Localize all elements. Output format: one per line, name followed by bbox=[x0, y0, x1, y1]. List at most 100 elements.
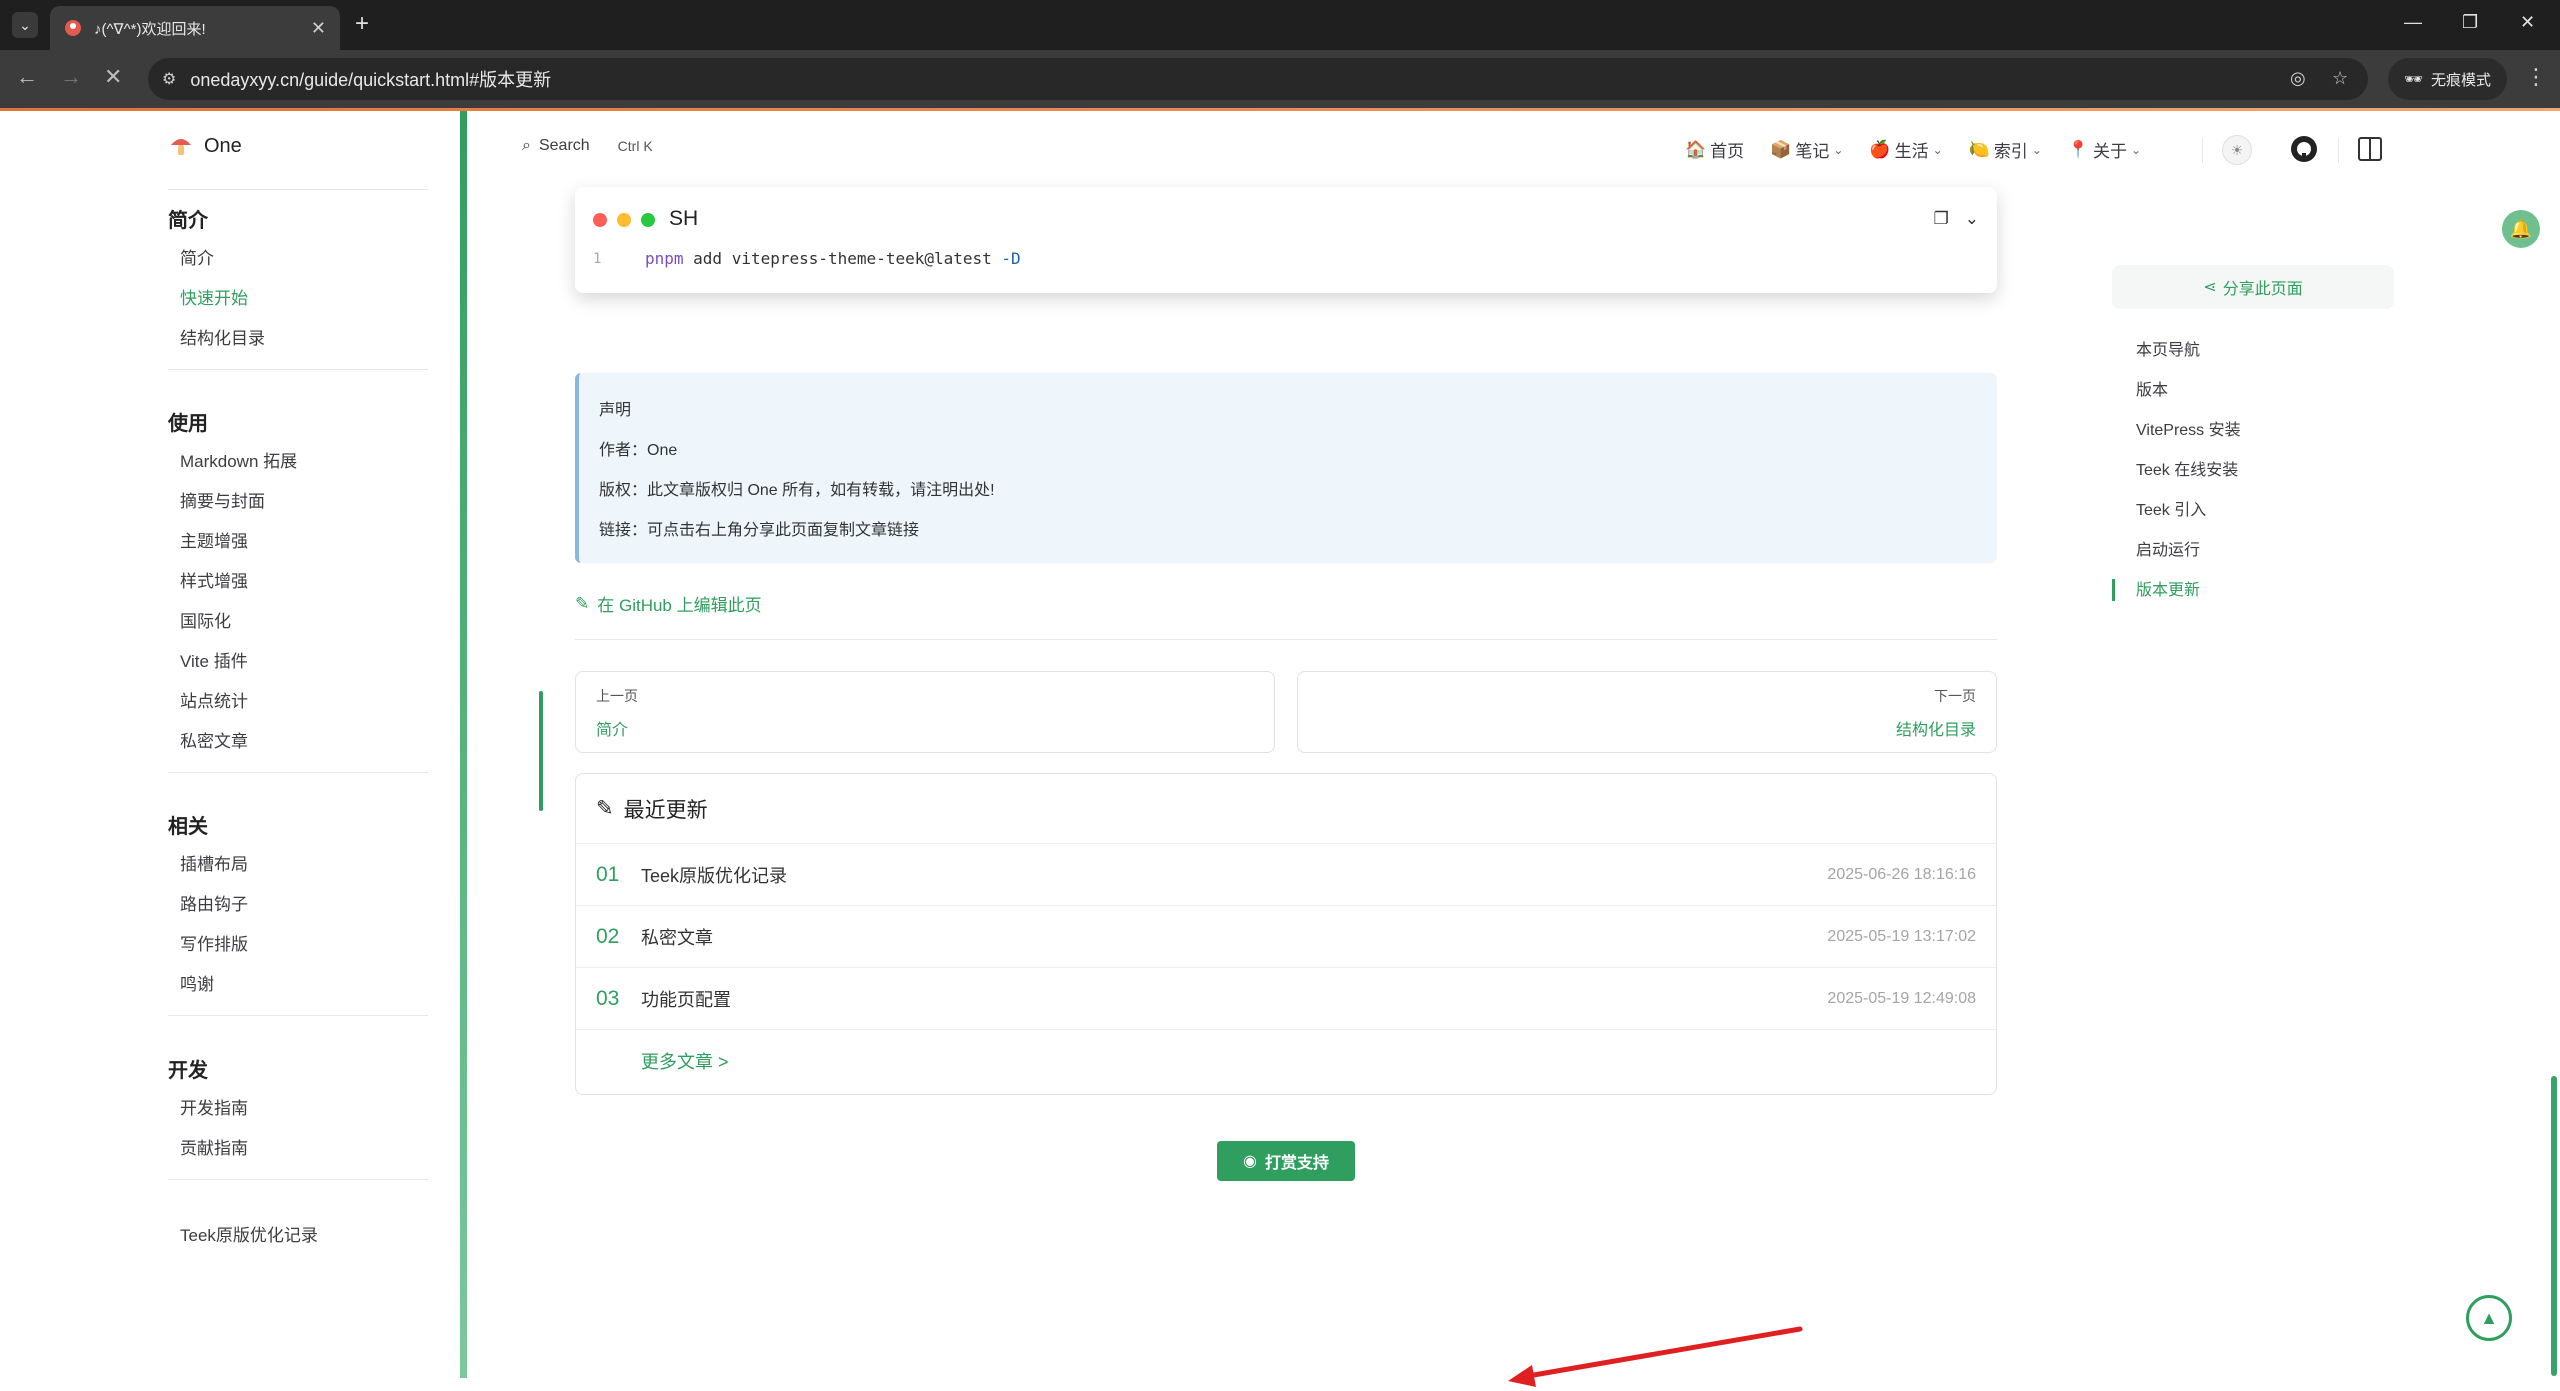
copyright-notice: 声明 作者：One 版权：此文章版权归 One 所有，如有转载，请注明出处! 链… bbox=[575, 373, 1997, 563]
sidebar-item[interactable]: Vite 插件 bbox=[168, 642, 428, 682]
forward-arrow-icon[interactable]: → bbox=[60, 64, 82, 90]
sidebar-item[interactable]: 摘要与封面 bbox=[168, 482, 428, 522]
search-button[interactable]: ⌕ Search Ctrl K bbox=[522, 137, 653, 155]
code-command: pnpm bbox=[645, 249, 684, 268]
divider bbox=[168, 1179, 428, 1180]
sidebar-item-quickstart[interactable]: 快速开始 bbox=[168, 279, 428, 319]
eye-off-icon[interactable]: ◎ bbox=[2290, 68, 2306, 89]
divider bbox=[2338, 137, 2339, 163]
item-date: 2025-06-26 18:16:16 bbox=[1827, 865, 1976, 883]
red-arrow-annotation bbox=[1508, 1326, 1803, 1387]
code-line: pnpm add vitepress-theme-teek@latest -D bbox=[645, 249, 1021, 268]
sidebar-item[interactable]: 站点统计 bbox=[168, 682, 428, 722]
page-scrollbar[interactable] bbox=[2551, 1076, 2557, 1376]
sidebar-item[interactable]: Markdown 拓展 bbox=[168, 442, 428, 482]
nav-index[interactable]: 🍋 索引 ⌄ bbox=[1969, 137, 2042, 162]
item-title: Teek原版优化记录 bbox=[641, 865, 788, 886]
toc-item[interactable]: Teek 引入 bbox=[2112, 491, 2241, 531]
minimize-button[interactable]: — bbox=[2404, 12, 2422, 33]
restore-button[interactable]: ❐ bbox=[2462, 12, 2478, 33]
prev-page-link[interactable]: 上一页 简介 bbox=[575, 671, 1275, 753]
sidebar-item[interactable]: 路由钩子 bbox=[168, 885, 428, 925]
nav-life[interactable]: 🍎 生活 ⌄ bbox=[1869, 137, 1942, 162]
sidebar-item[interactable]: 插槽布局 bbox=[168, 845, 428, 885]
nav-notes[interactable]: 📦 笔记 ⌄ bbox=[1770, 137, 1843, 162]
item-title: 功能页配置 bbox=[641, 989, 731, 1010]
back-to-top-rocket-icon[interactable]: ▲ bbox=[2466, 1295, 2512, 1341]
sidebar-item-structure[interactable]: 结构化目录 bbox=[168, 319, 428, 359]
sidebar-item[interactable]: 私密文章 bbox=[168, 722, 428, 762]
sidebar-item[interactable]: 国际化 bbox=[168, 602, 428, 642]
nav-label: 生活 bbox=[1894, 142, 1929, 161]
sidebar-item[interactable]: 贡献指南 bbox=[168, 1129, 428, 1169]
chevron-down-icon: ⌄ bbox=[1932, 142, 1943, 157]
content-accent-bar bbox=[539, 691, 543, 811]
toc-item[interactable]: VitePress 安装 bbox=[2112, 411, 2241, 451]
sidebar-group-title: 使用 bbox=[168, 413, 208, 435]
browser-tab[interactable]: ♪(^∇^*)欢迎回来! ✕ bbox=[50, 6, 340, 50]
toc-item[interactable]: 版本 bbox=[2112, 371, 2241, 411]
prev-title: 简介 bbox=[596, 722, 629, 739]
window-dots bbox=[593, 213, 655, 227]
sidebar-item[interactable]: 鸣谢 bbox=[168, 965, 428, 1005]
logo-mushroom-icon bbox=[171, 139, 191, 155]
nav-home[interactable]: 🏠 首页 bbox=[1685, 137, 1744, 162]
recent-header: ✎ 最近更新 bbox=[576, 774, 1996, 844]
sidebar-item[interactable]: 写作排版 bbox=[168, 925, 428, 965]
notice-author: 作者：One bbox=[599, 442, 678, 459]
sidebar-group-usage: 使用 Markdown 拓展 摘要与封面 主题增强 样式增强 国际化 Vite … bbox=[168, 406, 428, 773]
list-item[interactable]: 01 Teek原版优化记录 2025-06-26 18:16:16 bbox=[576, 844, 1996, 906]
share-icon: ⋖ bbox=[2203, 279, 2217, 296]
stop-loading-icon[interactable]: ✕ bbox=[104, 64, 122, 90]
toc-item[interactable]: Teek 在线安装 bbox=[2112, 451, 2241, 491]
reading-mode-icon[interactable] bbox=[2358, 137, 2382, 161]
incognito-label: 无痕模式 bbox=[2431, 71, 2492, 89]
copy-icon[interactable]: ❐ bbox=[1934, 209, 1949, 229]
donate-button[interactable]: ◉ 打赏支持 bbox=[1217, 1141, 1355, 1181]
new-tab-button[interactable]: + bbox=[355, 10, 369, 38]
back-arrow-icon[interactable]: ← bbox=[16, 64, 38, 90]
address-bar[interactable]: ⚙ onedayxyy.cn/guide/quickstart.html#版本更… bbox=[148, 58, 2368, 100]
tab-search-button[interactable]: ⌄ bbox=[12, 12, 38, 38]
sidebar-scrollbar[interactable] bbox=[460, 111, 467, 1378]
notification-bell-icon[interactable]: 🔔 bbox=[2502, 210, 2540, 248]
close-window-button[interactable]: ✕ bbox=[2520, 12, 2535, 33]
next-title: 结构化目录 bbox=[1895, 722, 1976, 739]
theme-toggle-icon[interactable]: ☀ bbox=[2222, 135, 2252, 165]
more-articles-link[interactable]: 更多文章 > bbox=[576, 1030, 1996, 1092]
edit-link-label: 在 GitHub 上编辑此页 bbox=[597, 596, 762, 615]
sidebar-item[interactable]: 样式增强 bbox=[168, 562, 428, 602]
list-item[interactable]: 02 私密文章 2025-05-19 13:17:02 bbox=[576, 906, 1996, 968]
site-logo[interactable]: One bbox=[168, 133, 242, 159]
item-date: 2025-05-19 12:49:08 bbox=[1827, 989, 1976, 1007]
sidebar-item-intro[interactable]: 简介 bbox=[168, 239, 428, 279]
donate-label: 打赏支持 bbox=[1264, 1155, 1329, 1172]
share-page-button[interactable]: ⋖ 分享此页面 bbox=[2112, 265, 2394, 309]
sidebar-item-teek-log[interactable]: Teek原版优化记录 bbox=[168, 1216, 428, 1256]
divider bbox=[575, 639, 1997, 640]
collapse-chevron-icon[interactable]: ⌄ bbox=[1965, 209, 1979, 229]
recent-title: 最近更新 bbox=[623, 798, 708, 822]
toc-item-active[interactable]: 版本更新 bbox=[2112, 571, 2241, 611]
browser-toolbar: ← → ✕ ⚙ onedayxyy.cn/guide/quickstart.ht… bbox=[0, 50, 2560, 108]
site-info-icon[interactable]: ⚙ bbox=[162, 69, 176, 89]
sidebar-item[interactable]: 主题增强 bbox=[168, 522, 428, 562]
chevron-down-icon: ⌄ bbox=[2031, 142, 2042, 157]
prev-label: 上一页 bbox=[596, 688, 638, 704]
table-of-contents: 本页导航 版本 VitePress 安装 Teek 在线安装 Teek 引入 启… bbox=[2112, 331, 2241, 611]
nav-about[interactable]: 📍 关于 ⌄ bbox=[2068, 137, 2141, 162]
toc-item[interactable]: 启动运行 bbox=[2112, 531, 2241, 571]
divider bbox=[168, 369, 428, 370]
incognito-icon: 🕶 bbox=[2404, 71, 2424, 88]
incognito-badge[interactable]: 🕶 无痕模式 bbox=[2388, 58, 2508, 100]
tab-close-icon[interactable]: ✕ bbox=[311, 18, 326, 39]
github-icon[interactable] bbox=[2290, 135, 2318, 163]
bookmark-star-icon[interactable]: ☆ bbox=[2332, 68, 2348, 89]
wechat-icon: ◉ bbox=[1243, 1153, 1257, 1170]
edit-on-github-link[interactable]: ✎ 在 GitHub 上编辑此页 bbox=[575, 591, 762, 616]
browser-menu-icon[interactable]: ⋮ bbox=[2525, 64, 2547, 90]
sidebar-item[interactable]: 开发指南 bbox=[168, 1089, 428, 1129]
nav-label: 关于 bbox=[2093, 142, 2128, 161]
list-item[interactable]: 03 功能页配置 2025-05-19 12:49:08 bbox=[576, 968, 1996, 1030]
next-page-link[interactable]: 下一页 结构化目录 bbox=[1297, 671, 1997, 753]
